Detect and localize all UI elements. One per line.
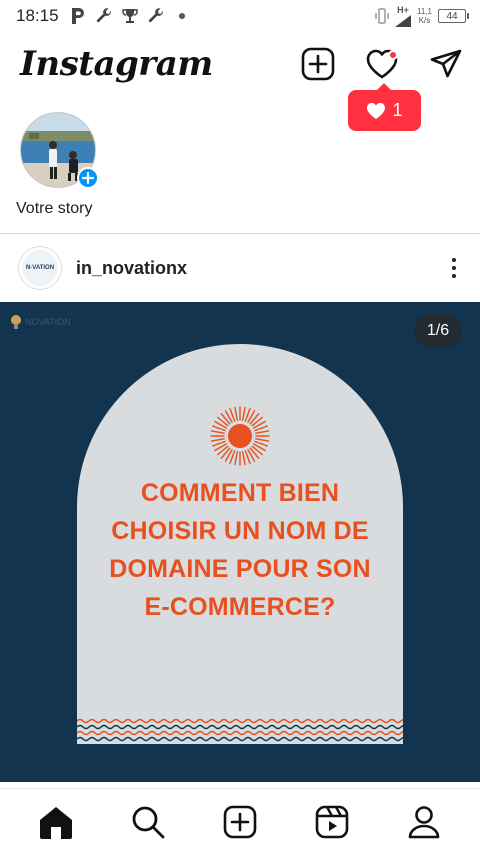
lightbulb-icon	[11, 315, 21, 329]
headline-line: DOMAINE POUR SON	[109, 555, 371, 583]
wrench-icon	[95, 7, 113, 25]
search-icon	[132, 806, 165, 839]
carousel-counter: 1/6	[414, 314, 462, 348]
direct-message-button[interactable]	[428, 46, 464, 82]
bottom-nav-divider	[0, 788, 480, 789]
post-header: N·VATION in_novationx	[0, 240, 480, 296]
p-icon	[69, 7, 87, 25]
nav-search-button[interactable]	[126, 800, 170, 844]
create-icon	[223, 805, 257, 839]
signal-icon	[395, 14, 412, 27]
battery-level: 44	[446, 10, 458, 22]
home-icon	[40, 807, 72, 839]
stories-divider	[0, 233, 480, 234]
post-avatar[interactable]: N·VATION	[18, 246, 62, 290]
speed-indicator: 11,1 K/s	[417, 7, 432, 25]
wrench-icon	[147, 7, 165, 25]
post-avatar-logo: N·VATION	[22, 250, 58, 286]
nav-profile-button[interactable]	[402, 800, 446, 844]
headline-line: CHOISIR UN NOM DE	[111, 517, 369, 545]
profile-icon	[408, 806, 440, 839]
post-username[interactable]: in_novationx	[76, 258, 187, 279]
headline-line: COMMENT BIEN	[140, 479, 340, 507]
new-post-icon	[301, 47, 335, 81]
story-label: Votre story	[16, 200, 93, 217]
direct-message-icon	[430, 49, 462, 78]
brand-mark-text: NOVATION	[25, 317, 71, 327]
instagram-logo[interactable]: Instagram	[20, 44, 213, 84]
new-post-button[interactable]	[300, 46, 336, 82]
post-headline: COMMENT BIEN CHOISIR UN NOM DE DOMAINE P…	[77, 474, 403, 626]
battery-icon: 44	[438, 9, 469, 23]
dot-icon	[178, 13, 185, 19]
network-type: H+	[397, 4, 409, 15]
post-image[interactable]: NOVATION 1/6 COMMENT BIEN CHOISIR UN NOM…	[0, 302, 480, 782]
wave-pattern	[77, 718, 403, 742]
speed-unit: K/s	[418, 16, 431, 25]
sun-icon	[210, 406, 270, 466]
vibrate-icon	[375, 8, 389, 24]
more-options-icon[interactable]	[442, 252, 466, 284]
nav-reels-button[interactable]	[310, 800, 354, 844]
network-indicator: H+	[395, 4, 412, 27]
post-arch-card: COMMENT BIEN CHOISIR UN NOM DE DOMAINE P…	[77, 344, 403, 744]
status-right: H+ 11,1 K/s 44	[375, 4, 469, 27]
status-bar: 18:15 H+ 11,1 K/s 44	[0, 0, 480, 32]
reels-icon	[315, 805, 349, 839]
activity-button[interactable]	[364, 46, 400, 82]
headline-line: E-COMMERCE?	[144, 593, 336, 621]
stories-tray: Votre story	[0, 110, 480, 230]
bottom-nav	[0, 790, 480, 854]
add-story-icon[interactable]	[77, 167, 99, 189]
notification-dot	[388, 50, 398, 60]
speed-value: 11,1	[417, 7, 432, 16]
nav-home-button[interactable]	[34, 800, 78, 844]
post-avatar-text: N·VATION	[25, 265, 55, 271]
post-brand-watermark: NOVATION	[10, 314, 71, 330]
app-header: Instagram	[0, 38, 480, 90]
status-time: 18:15	[16, 6, 59, 25]
nav-create-button[interactable]	[218, 800, 262, 844]
trophy-icon	[121, 7, 139, 25]
header-actions	[300, 46, 464, 82]
